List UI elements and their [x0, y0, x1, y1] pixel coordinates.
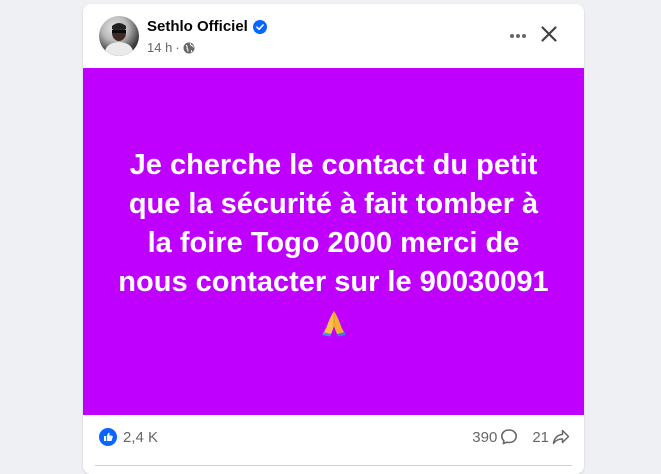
meta-separator: ·: [175, 40, 180, 55]
post-time[interactable]: 14 h: [147, 40, 172, 55]
more-horizontal-icon: [510, 34, 526, 38]
author-avatar[interactable]: [99, 16, 139, 56]
author-name-row: Sethlo Officiel: [147, 18, 267, 35]
footer-divider: [95, 465, 572, 466]
shares-count-button[interactable]: 21: [532, 428, 570, 446]
folded-hands-icon: [322, 310, 345, 336]
comment-icon: [501, 429, 518, 445]
comments-count-button[interactable]: 390: [472, 428, 518, 446]
shares-count: 21: [532, 428, 549, 446]
post-stats: 390 21: [472, 428, 570, 446]
post-content-background: Je cherche le contact du petit que la sé…: [83, 68, 584, 415]
share-icon: [552, 429, 570, 445]
close-icon: [541, 26, 557, 42]
comments-count: 390: [472, 428, 498, 446]
author-name[interactable]: Sethlo Officiel: [147, 18, 248, 35]
post-meta: 14 h ·: [147, 40, 195, 55]
reactions-count: 2,4 K: [123, 428, 159, 446]
post-footer: 2,4 K 390 21: [83, 415, 584, 474]
like-icon: [99, 428, 117, 446]
post-text: Je cherche le contact du petit que la sé…: [118, 148, 549, 298]
reactions-summary[interactable]: 2,4 K: [99, 428, 158, 446]
verified-badge-icon: [252, 19, 267, 34]
close-button[interactable]: [531, 16, 567, 52]
post-card: Sethlo Officiel 14 h · Je cherche le con…: [83, 4, 584, 474]
post-header: Sethlo Officiel 14 h ·: [83, 4, 584, 68]
globe-icon: [183, 42, 195, 53]
